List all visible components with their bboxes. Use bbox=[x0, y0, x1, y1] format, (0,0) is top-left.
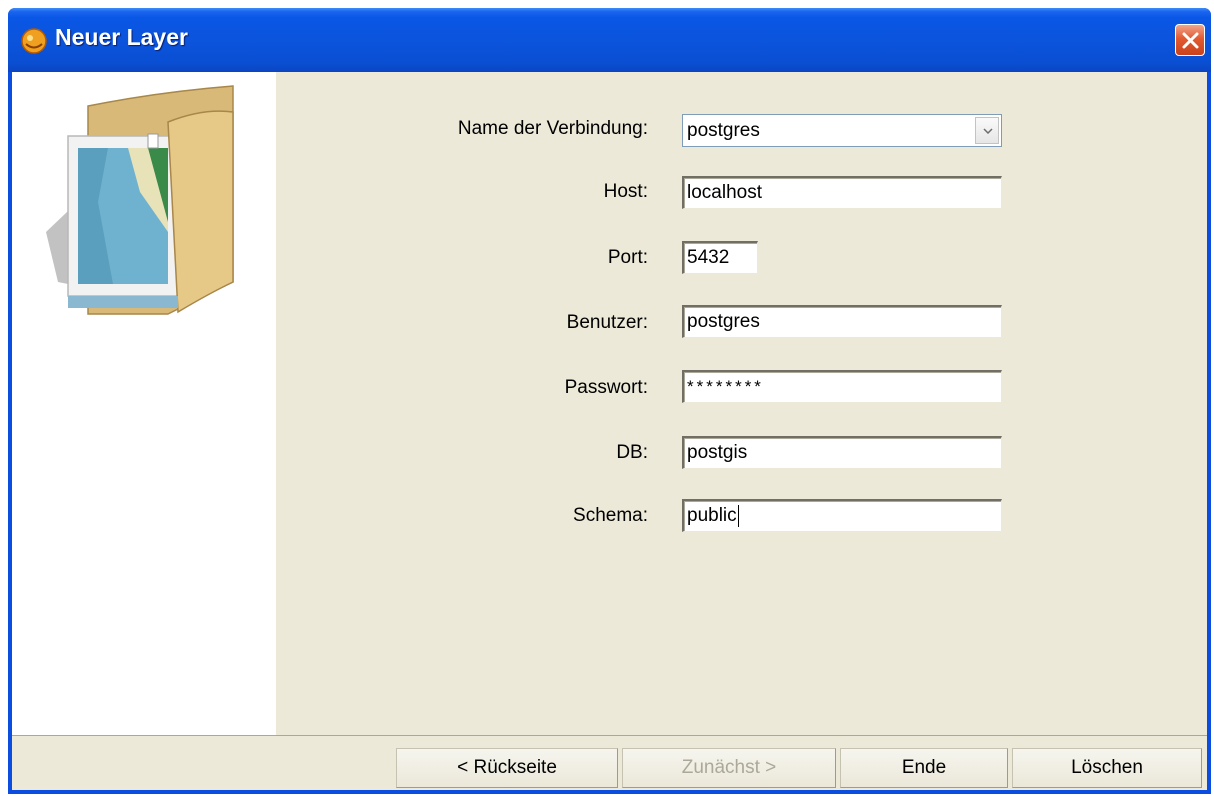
dropdown-button[interactable] bbox=[975, 117, 999, 144]
schema-label: Schema: bbox=[573, 505, 648, 526]
password-input[interactable]: ******** bbox=[682, 370, 1002, 403]
title-bar[interactable]: Neuer Layer bbox=[8, 8, 1211, 72]
side-illustration-panel bbox=[12, 72, 276, 735]
user-label: Benutzer: bbox=[566, 312, 648, 333]
schema-input[interactable]: public bbox=[682, 499, 1002, 532]
host-input[interactable]: localhost bbox=[682, 176, 1002, 209]
close-icon bbox=[1182, 32, 1199, 49]
port-input-value: 5432 bbox=[687, 247, 730, 268]
app-icon bbox=[21, 28, 47, 54]
delete-button[interactable]: Löschen bbox=[1012, 748, 1202, 788]
db-label: DB: bbox=[616, 442, 648, 463]
user-input[interactable]: postgres bbox=[682, 305, 1002, 338]
user-input-value: postgres bbox=[687, 311, 760, 332]
close-button[interactable] bbox=[1175, 24, 1205, 56]
window-title: Neuer Layer bbox=[55, 24, 188, 50]
db-input[interactable]: postgis bbox=[682, 436, 1002, 469]
connection-form: Name der Verbindung: postgres Host: loca… bbox=[276, 72, 1207, 735]
password-input-value: ******** bbox=[687, 377, 764, 396]
next-button[interactable]: Zunächst > bbox=[622, 748, 836, 788]
connection-name-dropdown[interactable]: postgres bbox=[682, 114, 1002, 147]
chevron-down-icon bbox=[983, 128, 993, 134]
finish-button[interactable]: Ende bbox=[840, 748, 1008, 788]
folder-icon bbox=[46, 85, 234, 315]
connection-name-value: postgres bbox=[687, 120, 760, 141]
port-label: Port: bbox=[607, 247, 648, 268]
text-caret bbox=[737, 504, 739, 527]
port-input[interactable]: 5432 bbox=[682, 241, 758, 274]
dialog-window: Neuer Layer Name der Verbindung: postgre… bbox=[8, 8, 1211, 794]
back-button[interactable]: < Rückseite bbox=[396, 748, 618, 788]
schema-input-value: public bbox=[687, 505, 737, 526]
host-label: Host: bbox=[603, 181, 648, 202]
dialog-client-area: Name der Verbindung: postgres Host: loca… bbox=[12, 72, 1207, 790]
host-input-value: localhost bbox=[687, 182, 762, 203]
button-bar: < Rückseite Zunächst > Ende Löschen bbox=[12, 735, 1207, 790]
password-label: Passwort: bbox=[564, 377, 648, 398]
connection-name-label: Name der Verbindung: bbox=[457, 118, 648, 139]
db-input-value: postgis bbox=[687, 442, 748, 463]
